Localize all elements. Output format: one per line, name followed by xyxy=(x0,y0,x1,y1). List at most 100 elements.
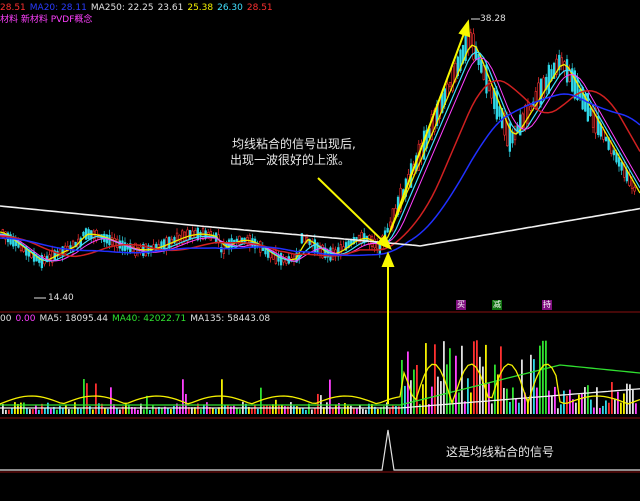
candle-body xyxy=(188,230,192,240)
volume-bar xyxy=(44,407,46,414)
volume-bar xyxy=(389,408,391,414)
volume-bar xyxy=(149,409,151,414)
arrow-to-high xyxy=(389,27,467,233)
volume-bar xyxy=(614,399,616,414)
volume-bar xyxy=(539,345,541,414)
volume-bar xyxy=(434,344,436,414)
volume-bar xyxy=(107,408,109,414)
volume-bar xyxy=(239,409,241,414)
candle-body xyxy=(168,236,171,249)
volume-bar xyxy=(314,407,316,414)
volume-bar xyxy=(92,409,94,414)
volume-bar xyxy=(395,406,397,414)
volume-bar xyxy=(350,405,352,414)
volume-bar xyxy=(71,409,73,414)
candle-body xyxy=(123,242,127,251)
volume-bar xyxy=(296,406,298,414)
volume-bar xyxy=(356,408,358,414)
candle-body xyxy=(116,238,119,248)
volume-bars xyxy=(2,340,637,414)
volume-bar xyxy=(266,405,268,414)
volume-bar xyxy=(581,393,583,414)
annotation-text-1: 均线粘合的信号出现后, xyxy=(232,137,356,151)
volume-bar xyxy=(329,379,331,414)
volume-bar xyxy=(617,391,619,414)
volume-bar xyxy=(128,404,130,414)
candle-body xyxy=(389,221,392,227)
volume-bar xyxy=(227,405,229,414)
high-price-label: 38.28 xyxy=(480,14,506,24)
ma-value-0: 28.51 xyxy=(0,3,26,13)
volume-bar xyxy=(545,340,547,414)
ma-readout-line: 28.51 MA20: 28.11 MA250: 22.25 23.61 25.38 26… xyxy=(0,3,277,14)
volume-bar xyxy=(269,405,271,414)
candle-body xyxy=(604,136,608,142)
volume-bar xyxy=(470,392,472,414)
volume-bar xyxy=(635,403,637,414)
volume-bar xyxy=(467,378,469,414)
volume-bar xyxy=(488,383,490,414)
volume-bar xyxy=(455,355,457,414)
volume-bar xyxy=(5,409,7,414)
volume-bar xyxy=(26,408,28,414)
volume-bar xyxy=(65,404,67,414)
volume-bar xyxy=(236,407,238,414)
ma-value-3: 23.61 xyxy=(157,3,184,13)
buy-tag: 买 xyxy=(456,300,466,310)
ma-value-2: MA250: 22.25 xyxy=(90,3,154,13)
volume-bar xyxy=(281,404,283,414)
volume-bar xyxy=(605,400,607,414)
volume-bar xyxy=(404,385,406,414)
volume-bar xyxy=(317,393,319,414)
volume-bar xyxy=(11,408,13,414)
candle-body xyxy=(84,228,88,240)
candle-body xyxy=(563,61,566,72)
volume-bar xyxy=(332,408,334,414)
candle-body xyxy=(620,162,623,171)
volume-bar xyxy=(518,402,520,414)
vol-stat-1: 0.00 xyxy=(15,314,36,324)
volume-bar xyxy=(383,406,385,414)
volume-bar xyxy=(536,387,538,414)
volume-bar xyxy=(212,407,214,414)
volume-bar xyxy=(167,408,169,414)
volume-bar xyxy=(548,390,550,414)
ma-value-4: 25.38 xyxy=(187,3,214,13)
candle-body xyxy=(160,241,163,251)
candle-body xyxy=(589,107,592,117)
candle-body xyxy=(547,64,551,94)
arrow-head-up xyxy=(381,251,395,267)
candle-body xyxy=(498,106,501,117)
concept-tags: 材料 新材料 PVDF概念 xyxy=(0,15,93,25)
volume-bar xyxy=(566,395,568,414)
volume-bar xyxy=(425,343,427,414)
volume-bar xyxy=(542,340,544,414)
volume-bar xyxy=(284,406,286,414)
volume-bar xyxy=(137,409,139,414)
kline-chart[interactable] xyxy=(0,0,640,501)
candle-body xyxy=(487,80,491,91)
volume-bar xyxy=(161,407,163,414)
volume-bar xyxy=(377,409,379,414)
volume-bar xyxy=(203,404,205,414)
volume-bar xyxy=(77,408,79,414)
volume-bar xyxy=(362,408,364,414)
volume-bar xyxy=(491,403,493,414)
candle-body xyxy=(524,104,527,129)
volume-bar xyxy=(512,387,514,414)
volume-bar xyxy=(251,408,253,414)
candle-body xyxy=(386,227,389,233)
ma-value-5: 26.30 xyxy=(217,3,243,13)
volume-bar xyxy=(353,407,355,414)
volume-bar xyxy=(335,404,337,414)
volume-bar xyxy=(29,409,31,414)
volume-bar xyxy=(365,409,367,414)
volume-bar xyxy=(626,383,628,414)
volume-bar xyxy=(485,344,487,414)
low-price-label: 14.40 xyxy=(48,293,74,303)
volume-bar xyxy=(104,408,106,414)
volume-bar xyxy=(263,405,265,414)
candle-body xyxy=(303,235,306,243)
volume-bar xyxy=(233,405,235,414)
volume-bar xyxy=(593,407,595,414)
